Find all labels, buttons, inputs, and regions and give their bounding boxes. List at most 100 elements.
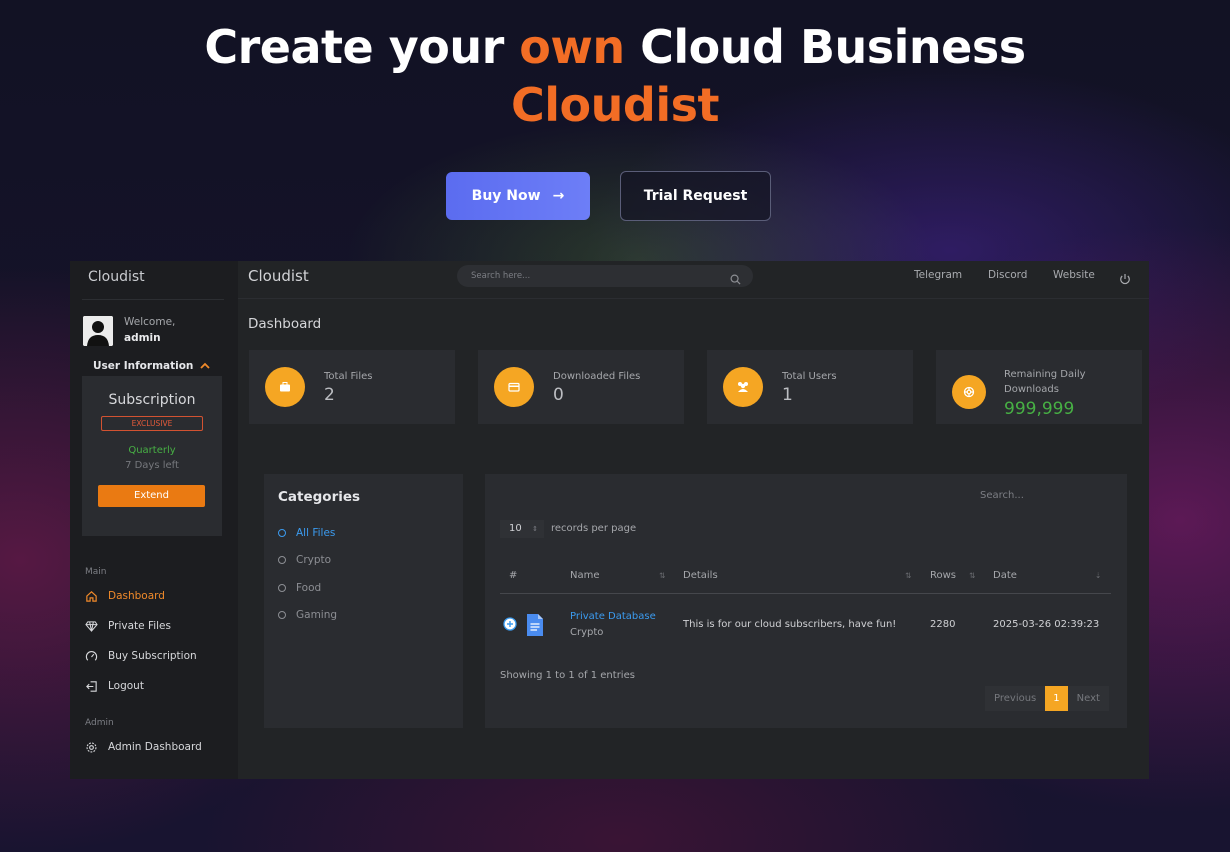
section-main: Main — [85, 567, 107, 577]
app-screenshot: Cloudist Welcome, admin User Information… — [70, 261, 1149, 779]
plan-name: Quarterly — [128, 445, 176, 456]
stat-label: Total Users — [782, 371, 837, 382]
days-left: 7 Days left — [125, 460, 179, 471]
table-search-input[interactable]: Search... — [980, 490, 1024, 501]
stat-card-total-users: Total Users 1 — [707, 350, 913, 424]
hero-title-line1: Create your own Cloud Business — [0, 18, 1230, 76]
category-food[interactable]: Food — [278, 582, 321, 594]
topbar-brand[interactable]: Cloudist — [248, 267, 309, 285]
arrow-right-icon: → — [552, 188, 565, 204]
telegram-link[interactable]: Telegram — [914, 269, 962, 281]
users-icon — [723, 367, 763, 407]
header-divider — [500, 593, 1111, 594]
sidebar-item-label: Buy Subscription — [108, 650, 197, 662]
radio-dot — [278, 611, 286, 619]
card-icon — [494, 367, 534, 407]
column-header-index[interactable]: # — [509, 570, 517, 581]
stat-value: 0 — [553, 385, 564, 405]
discord-link[interactable]: Discord — [988, 269, 1027, 281]
page-title: Dashboard — [248, 316, 322, 332]
hero-title: Create your own Cloud Business Cloudist — [0, 18, 1230, 134]
sidebar: Cloudist Welcome, admin User Information… — [70, 261, 238, 779]
section-admin: Admin — [85, 718, 114, 728]
sidebar-item-private-files[interactable]: Private Files — [84, 618, 171, 634]
stat-card-downloaded-files: Downloaded Files 0 — [478, 350, 684, 424]
sort-icon[interactable]: ⇅ — [969, 571, 975, 580]
sort-icon[interactable]: ⇅ — [905, 571, 911, 580]
power-icon[interactable] — [1119, 270, 1131, 289]
user-information-toggle[interactable]: User Information — [93, 360, 193, 372]
status-badge: EXCLUSIVE — [101, 416, 203, 431]
stat-value: 1 — [782, 385, 793, 405]
sort-icon[interactable]: ⇅ — [659, 571, 665, 580]
column-header-name[interactable]: Name — [570, 570, 600, 581]
welcome-text: Welcome, — [124, 316, 176, 328]
subscription-title: Subscription — [108, 392, 196, 408]
document-icon — [526, 613, 544, 640]
category-label: Food — [296, 582, 322, 594]
search-input[interactable]: Search here... — [457, 265, 753, 287]
categories-panel: Categories All Files Crypto Food Gaming — [264, 474, 463, 728]
radio-dot — [278, 584, 286, 592]
stat-label-line2: Downloads — [1004, 384, 1059, 395]
categories-title: Categories — [278, 489, 361, 505]
sidebar-brand[interactable]: Cloudist — [88, 269, 145, 285]
page-size-select[interactable]: 10 ⇕ — [500, 520, 544, 538]
buy-now-label: Buy Now — [471, 188, 541, 204]
logout-icon — [84, 679, 98, 693]
home-icon — [84, 589, 98, 603]
file-name-link[interactable]: Private Database — [570, 611, 656, 622]
showing-entries: Showing 1 to 1 of 1 entries — [500, 670, 635, 681]
lifebuoy-icon — [952, 375, 986, 409]
previous-button[interactable]: Previous — [985, 686, 1046, 711]
records-per-page-label: records per page — [551, 523, 637, 534]
stat-label: Total Files — [324, 371, 373, 382]
trial-request-label: Trial Request — [643, 188, 748, 204]
column-header-rows[interactable]: Rows — [930, 570, 956, 581]
sidebar-item-buy-subscription[interactable]: Buy Subscription — [84, 648, 197, 664]
stat-label: Downloaded Files — [553, 371, 641, 382]
avatar[interactable] — [83, 316, 113, 346]
divider — [82, 299, 224, 300]
title-text: Create your — [204, 20, 520, 74]
expand-row-icon[interactable] — [503, 617, 517, 634]
search-placeholder: Search here... — [471, 271, 531, 281]
next-button[interactable]: Next — [1067, 686, 1109, 711]
column-header-details[interactable]: Details — [683, 570, 718, 581]
title-accent: own — [519, 20, 625, 74]
column-header-date[interactable]: Date — [993, 570, 1017, 581]
stat-label: Remaining Daily — [1004, 369, 1086, 380]
file-rows: 2280 — [930, 619, 956, 630]
sidebar-item-label: Dashboard — [108, 590, 165, 602]
extend-button[interactable]: Extend — [98, 485, 205, 507]
sort-desc-icon[interactable]: ⇣ — [1095, 571, 1101, 580]
category-label: Gaming — [296, 609, 338, 621]
sidebar-item-logout[interactable]: Logout — [84, 678, 144, 694]
select-arrows-icon: ⇕ — [532, 525, 538, 533]
category-label: All Files — [296, 527, 336, 539]
sidebar-item-dashboard[interactable]: Dashboard — [84, 588, 165, 604]
category-label: Crypto — [296, 554, 332, 566]
file-details: This is for our cloud subscribers, have … — [683, 619, 897, 630]
category-crypto[interactable]: Crypto — [278, 554, 331, 566]
sidebar-item-admin-dashboard[interactable]: Admin Dashboard — [84, 739, 202, 755]
category-all-files[interactable]: All Files — [278, 527, 335, 539]
page-size-value: 10 — [509, 523, 522, 534]
stat-value: 999,999 — [1004, 399, 1075, 419]
search-icon[interactable] — [730, 270, 741, 289]
category-gaming[interactable]: Gaming — [278, 609, 337, 621]
chevron-up-icon[interactable] — [200, 362, 210, 373]
file-date: 2025-03-26 02:39:23 — [993, 619, 1100, 630]
file-category: Crypto — [570, 627, 604, 638]
website-link[interactable]: Website — [1053, 269, 1095, 281]
page-1-button[interactable]: 1 — [1045, 686, 1068, 711]
stat-card-remaining-downloads: Remaining Daily Downloads 999,999 — [936, 350, 1142, 424]
trial-request-button[interactable]: Trial Request — [620, 171, 771, 221]
sidebar-item-label: Admin Dashboard — [108, 741, 202, 753]
buy-now-button[interactable]: Buy Now → — [446, 172, 590, 220]
radio-dot — [278, 556, 286, 564]
hero-brand: Cloudist — [511, 78, 719, 132]
title-text-end: Cloud Business — [624, 20, 1026, 74]
gauge-icon — [84, 649, 98, 663]
radio-dot — [278, 529, 286, 537]
